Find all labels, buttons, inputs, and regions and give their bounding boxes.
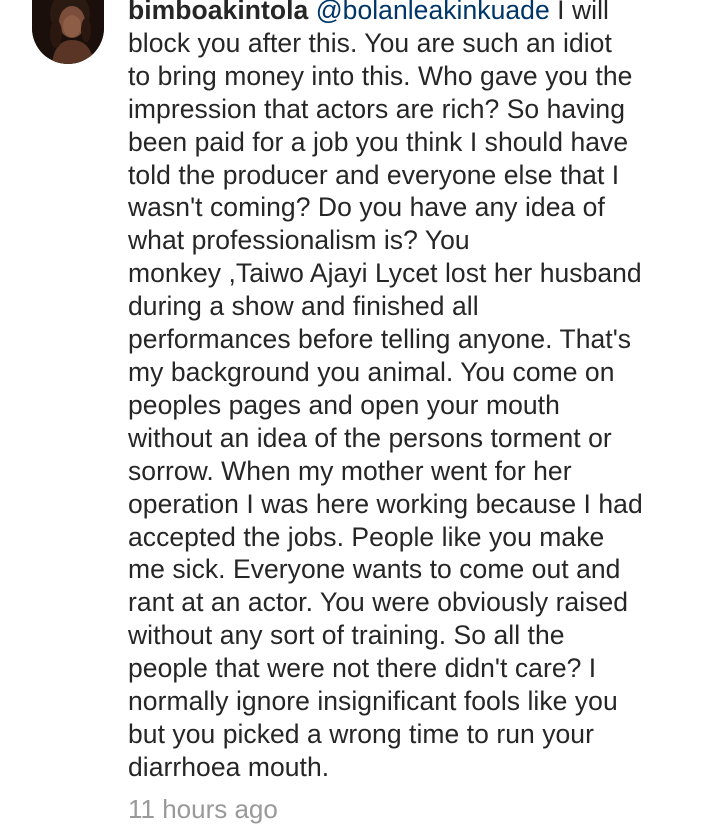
comment-mention[interactable]: @bolanleakinkuade — [316, 0, 550, 25]
comment-text-line: sorrow. When my mother went for her — [128, 455, 572, 486]
comment-text-line: me sick. Everyone wants to come out and — [128, 554, 621, 585]
comment-text-line: impression that actors are rich? So havi… — [128, 93, 626, 124]
comment-text-line: told the producer and everyone else that… — [128, 159, 620, 190]
comment-text-line: but you picked a wrong time to run your — [128, 718, 594, 749]
comment: bimboakintola @bolanleakinkuade I will b… — [0, 0, 720, 829]
comment-text-line: diarrhoea mouth. — [128, 751, 330, 782]
comment-text-line: to bring money into this. Who gave you t… — [128, 60, 633, 91]
comment-first-line: bimboakintola @bolanleakinkuade I will — [128, 0, 708, 27]
avatar[interactable] — [32, 0, 104, 64]
comment-text-line: normally ignore insignificant fools like… — [128, 686, 618, 717]
comment-username[interactable]: bimboakintola — [128, 0, 308, 25]
comment-text-line: without an idea of the persons torment o… — [128, 422, 612, 453]
comment-text-line: been paid for a job you think I should h… — [128, 126, 629, 157]
comment-text-line: my background you animal. You come on — [128, 356, 615, 387]
comment-body: bimboakintola @bolanleakinkuade I will b… — [128, 0, 708, 784]
comment-text-line: wasn't coming? Do you have any idea of — [128, 192, 605, 223]
comment-text-line: without any sort of training. So all the — [128, 620, 565, 651]
comment-text-line: operation I was here working because I h… — [128, 488, 643, 519]
comment-text-segment: I will — [549, 0, 609, 25]
comment-text-line: accepted the jobs. People like you make — [128, 521, 605, 552]
comment-text-line: performances before telling anyone. That… — [128, 324, 632, 355]
comment-text-line: monkey ,Taiwo Ajayi Lycet lost her husba… — [128, 258, 642, 289]
comment-text-line: block you after this. You are such an id… — [128, 27, 612, 58]
comment-text-line: rant at an actor. You were obviously rai… — [128, 587, 629, 618]
avatar-photo — [32, 0, 104, 64]
comment-text-line: people that were not there didn't care? … — [128, 653, 597, 684]
comment-text-line: peoples pages and open your mouth — [128, 389, 560, 420]
comment-text-line: what professionalism is? You — [128, 225, 470, 256]
comment-timestamp: 11 hours ago — [128, 794, 278, 824]
comment-text-line: during a show and finished all — [128, 291, 479, 322]
